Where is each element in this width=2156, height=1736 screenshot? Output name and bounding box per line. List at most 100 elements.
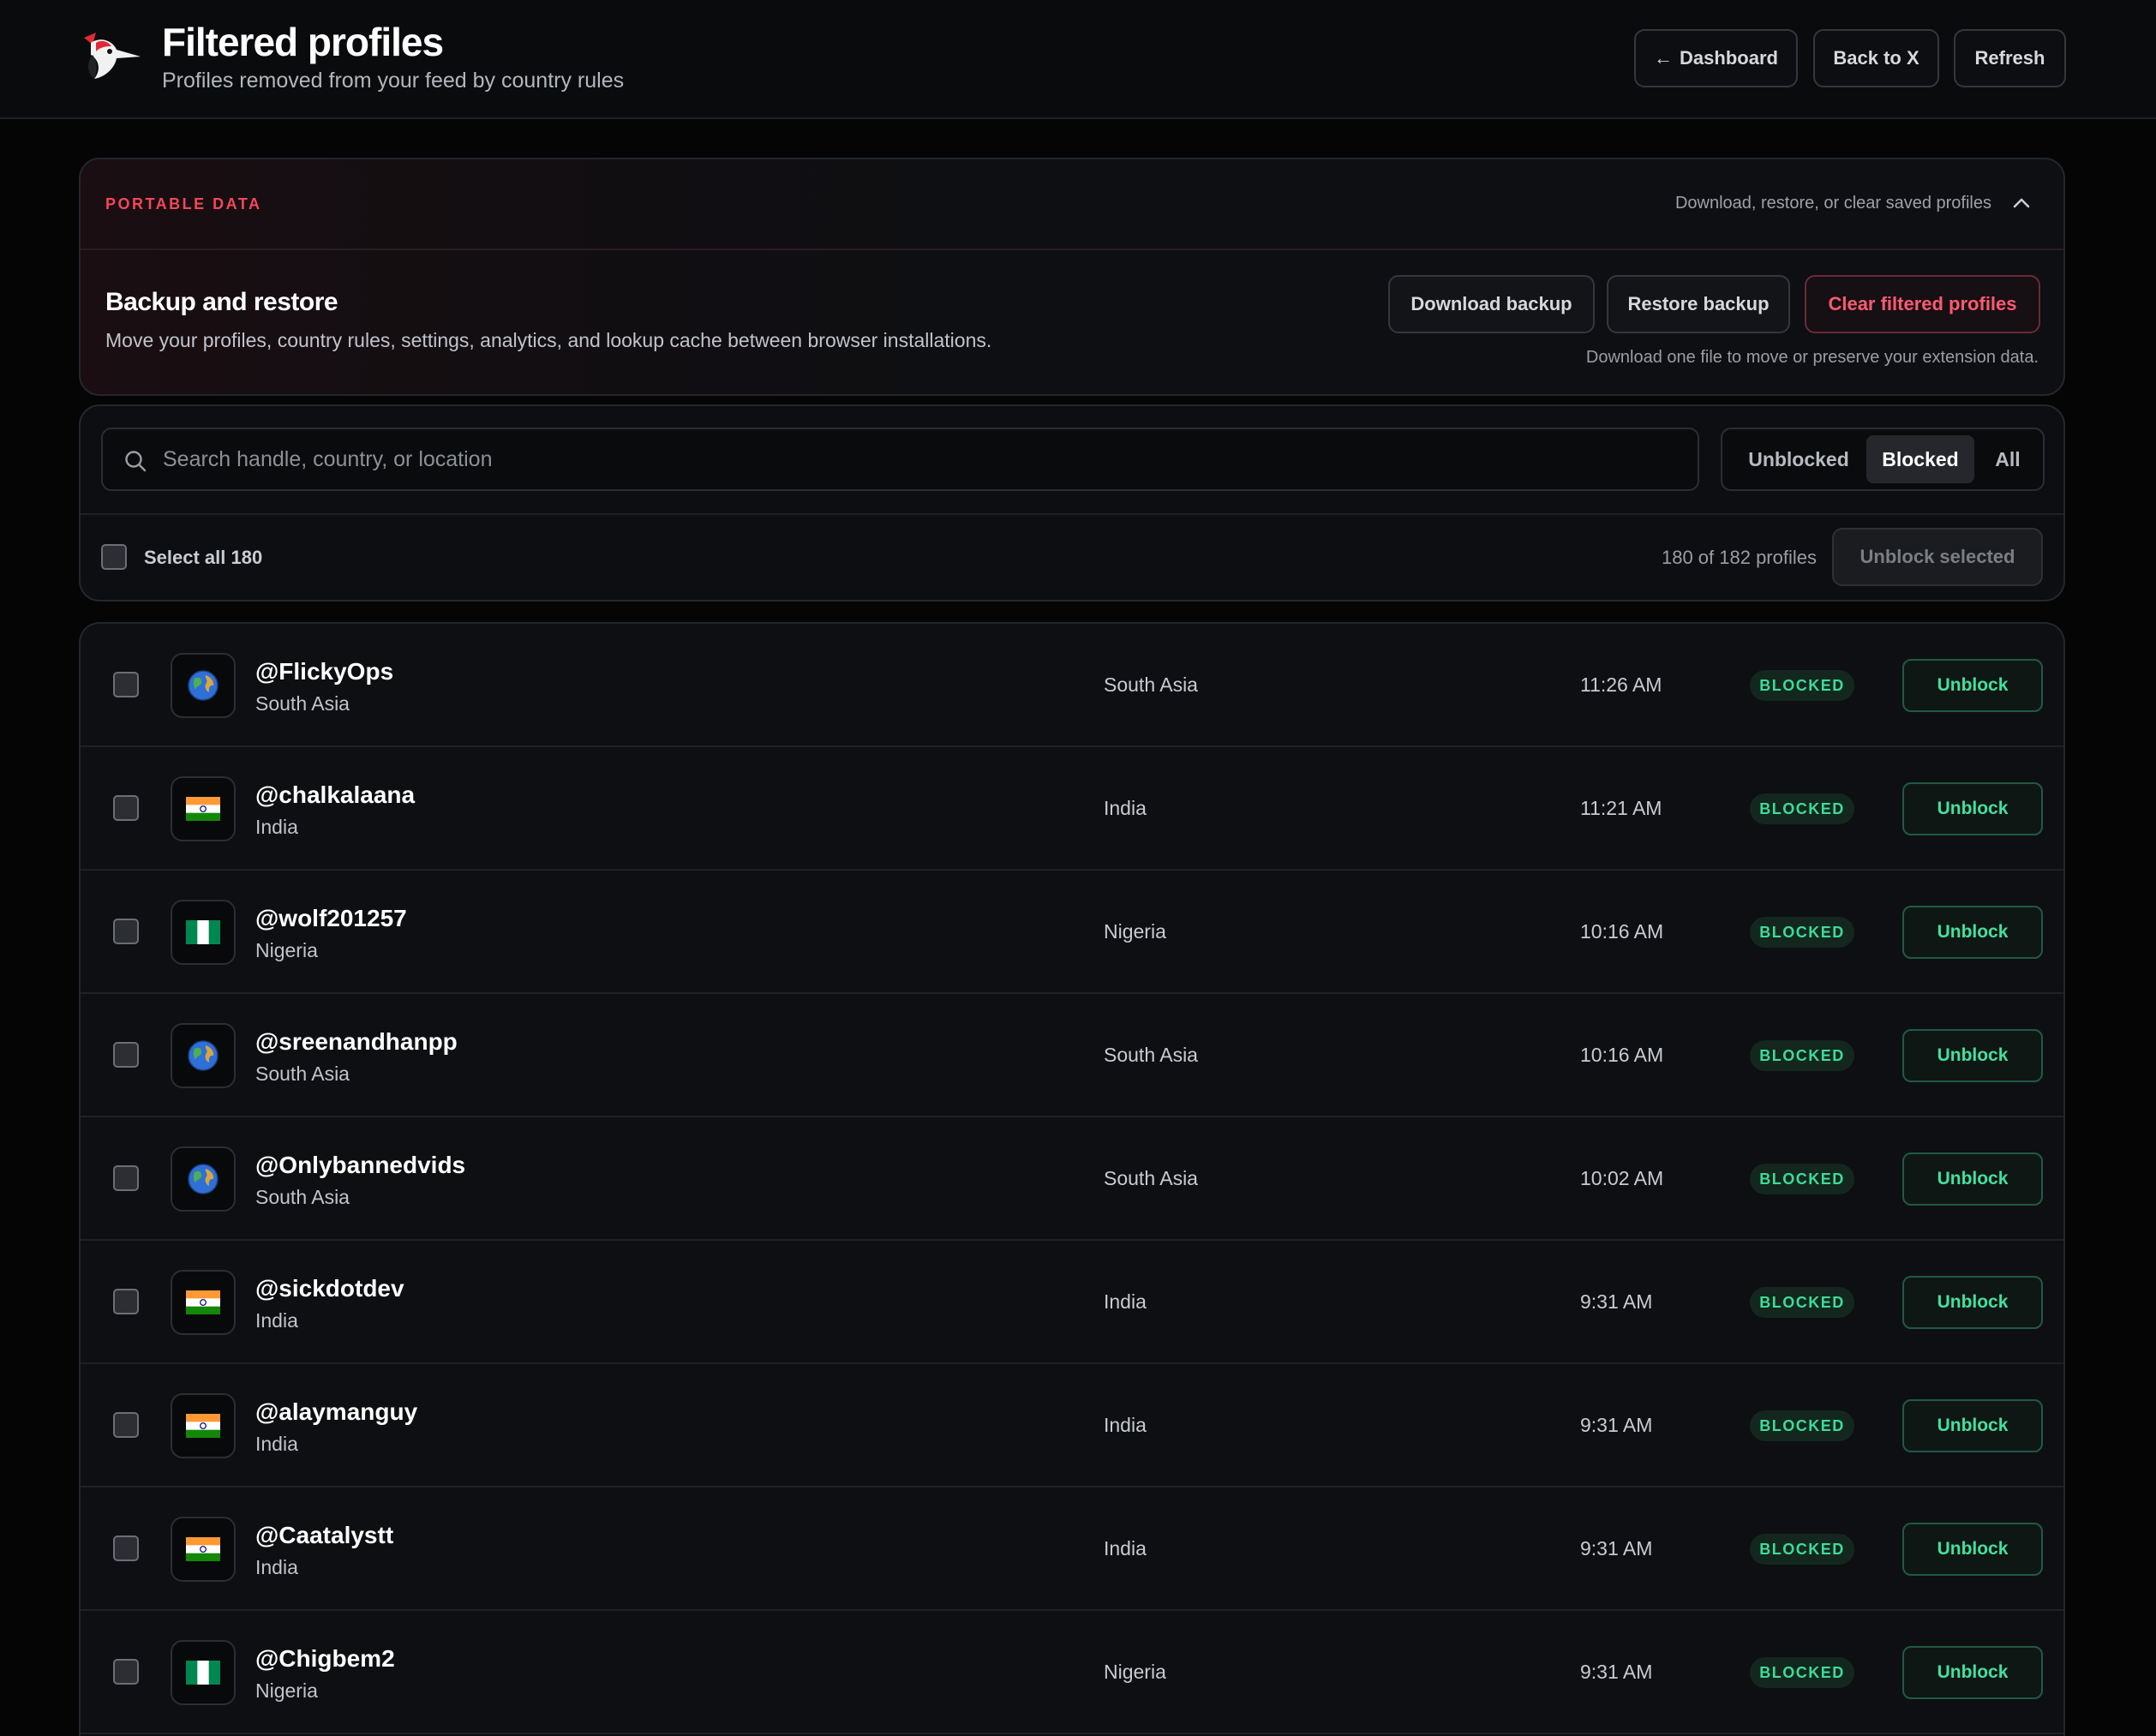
profile-row-checkbox[interactable] (113, 1042, 139, 1068)
top-bar: Filtered profiles Profiles removed from … (0, 0, 2156, 119)
profile-row: @sreenandhanpp South Asia South Asia 10:… (81, 994, 2063, 1117)
filter-divider (81, 513, 2063, 515)
profile-avatar (171, 653, 236, 718)
profile-handle[interactable]: @alaymanguy (255, 1398, 417, 1426)
profile-avatar (171, 1393, 236, 1458)
profile-avatar (171, 1146, 236, 1212)
profile-list: @FlickyOps South Asia South Asia 11:26 A… (79, 622, 2065, 1736)
page-title: Filtered profiles (162, 20, 444, 64)
profile-handle[interactable]: @chalkalaana (255, 781, 415, 809)
search-box[interactable] (101, 428, 1699, 491)
profile-time: 11:26 AM (1580, 673, 1662, 696)
profile-row: @Onlybannedvids South Asia South Asia 10… (81, 1117, 2063, 1241)
refresh-button[interactable]: Refresh (1954, 29, 2066, 87)
profile-time: 9:31 AM (1580, 1414, 1653, 1436)
status-badge: BLOCKED (1750, 670, 1854, 701)
globe-icon (188, 670, 219, 701)
filter-panel: Unblocked Blocked All Select all 180 180… (79, 404, 2065, 602)
segment-unblocked[interactable]: Unblocked (1733, 435, 1865, 483)
backup-section-title: Backup and restore (105, 288, 338, 316)
profile-handle[interactable]: @Chigbem2 (255, 1645, 395, 1673)
profile-location-subtitle: India (255, 1556, 298, 1578)
profile-row-checkbox[interactable] (113, 1659, 139, 1685)
profile-location-subtitle: South Asia (255, 1063, 350, 1085)
profile-handle[interactable]: @wolf201257 (255, 905, 407, 932)
search-input[interactable] (163, 429, 1671, 489)
page-subtitle: Profiles removed from your feed by count… (162, 69, 625, 93)
profile-location: South Asia (1104, 1044, 1198, 1066)
download-backup-button[interactable]: Download backup (1388, 275, 1595, 333)
backup-note: Download one file to move or preserve yo… (1585, 348, 2039, 367)
profile-row-checkbox[interactable] (113, 1165, 139, 1191)
profile-location-subtitle: India (255, 1433, 298, 1455)
profile-time: 9:31 AM (1580, 1290, 1653, 1313)
profile-time: 10:02 AM (1580, 1167, 1664, 1189)
clear-filtered-profiles-button[interactable]: Clear filtered profiles (1805, 275, 2040, 333)
back-to-x-button[interactable]: Back to X (1813, 29, 1939, 87)
profile-handle[interactable]: @sreenandhanpp (255, 1028, 458, 1056)
india-flag-icon (186, 1537, 220, 1561)
profile-avatar (171, 1517, 236, 1582)
profile-row-checkbox[interactable] (113, 1412, 139, 1438)
unblock-button[interactable]: Unblock (1902, 1523, 2043, 1576)
unblock-button[interactable]: Unblock (1902, 1029, 2043, 1082)
unblock-button[interactable]: Unblock (1902, 659, 2043, 712)
profile-location: South Asia (1104, 1167, 1198, 1189)
unblock-button[interactable]: Unblock (1902, 1152, 2043, 1206)
status-badge: BLOCKED (1750, 917, 1854, 948)
segment-blocked[interactable]: Blocked (1866, 435, 1974, 483)
dashboard-button[interactable]: ← Dashboard (1634, 29, 1798, 87)
status-badge: BLOCKED (1750, 1040, 1854, 1071)
profile-avatar (171, 1023, 236, 1088)
backup-section-description: Move your profiles, country rules, setti… (105, 329, 992, 351)
unblock-button[interactable]: Unblock (1902, 906, 2043, 959)
nigeria-flag-icon (186, 1661, 220, 1685)
profile-row: @alaymanguy India India 9:31 AM BLOCKED … (81, 1364, 2063, 1488)
restore-backup-button[interactable]: Restore backup (1607, 275, 1790, 333)
portable-data-hint: Download, restore, or clear saved profil… (1674, 194, 1991, 213)
unblock-selected-button[interactable]: Unblock selected (1832, 528, 2043, 586)
status-badge: BLOCKED (1750, 1534, 1854, 1565)
profile-time: 10:16 AM (1580, 920, 1664, 943)
chevron-up-icon[interactable] (2010, 192, 2033, 214)
india-flag-icon (186, 1290, 220, 1314)
unblock-button[interactable]: Unblock (1902, 1276, 2043, 1329)
india-flag-icon (186, 797, 220, 821)
portable-data-eyebrow: PORTABLE DATA (105, 195, 262, 213)
profile-row-checkbox[interactable] (113, 1289, 139, 1314)
select-all-checkbox[interactable] (101, 544, 127, 570)
profile-count: 180 of 182 profiles (1661, 547, 1817, 568)
profile-row-checkbox[interactable] (113, 795, 139, 821)
portable-data-panel: PORTABLE DATA Download, restore, or clea… (79, 158, 2065, 396)
status-badge: BLOCKED (1750, 1164, 1854, 1194)
profile-location-subtitle: South Asia (255, 1186, 350, 1208)
profile-row-checkbox[interactable] (113, 1535, 139, 1561)
profile-row: @Chigbem2 Nigeria Nigeria 9:31 AM BLOCKE… (81, 1611, 2063, 1734)
profile-location-subtitle: India (255, 816, 298, 838)
unblock-button[interactable]: Unblock (1902, 1646, 2043, 1699)
profile-location: India (1104, 1290, 1147, 1313)
profile-avatar (171, 776, 236, 841)
profile-row-checkbox[interactable] (113, 919, 139, 944)
status-badge: BLOCKED (1750, 1287, 1854, 1318)
profile-row: @wolf201257 Nigeria Nigeria 10:16 AM BLO… (81, 871, 2063, 994)
profile-row-checkbox[interactable] (113, 672, 139, 697)
profile-avatar (171, 900, 236, 965)
profile-time: 11:21 AM (1580, 797, 1662, 819)
woodpecker-logo-icon (84, 33, 141, 79)
profile-handle[interactable]: @Onlybannedvids (255, 1152, 465, 1179)
profile-handle[interactable]: @FlickyOps (255, 658, 393, 685)
profile-row: @chalkalaana India India 11:21 AM BLOCKE… (81, 747, 2063, 871)
profile-location-subtitle: India (255, 1309, 298, 1332)
status-badge: BLOCKED (1750, 1657, 1854, 1688)
select-all-label[interactable]: Select all 180 (144, 547, 262, 569)
profile-handle[interactable]: @Caatalystt (255, 1522, 393, 1549)
portable-data-header[interactable]: PORTABLE DATA Download, restore, or clea… (81, 159, 2063, 250)
profile-handle[interactable]: @sickdotdev (255, 1275, 404, 1302)
unblock-button[interactable]: Unblock (1902, 1399, 2043, 1452)
segment-all[interactable]: All (1979, 435, 2036, 483)
search-icon (125, 451, 147, 472)
profile-avatar (171, 1640, 236, 1705)
india-flag-icon (186, 1414, 220, 1438)
unblock-button[interactable]: Unblock (1902, 782, 2043, 835)
